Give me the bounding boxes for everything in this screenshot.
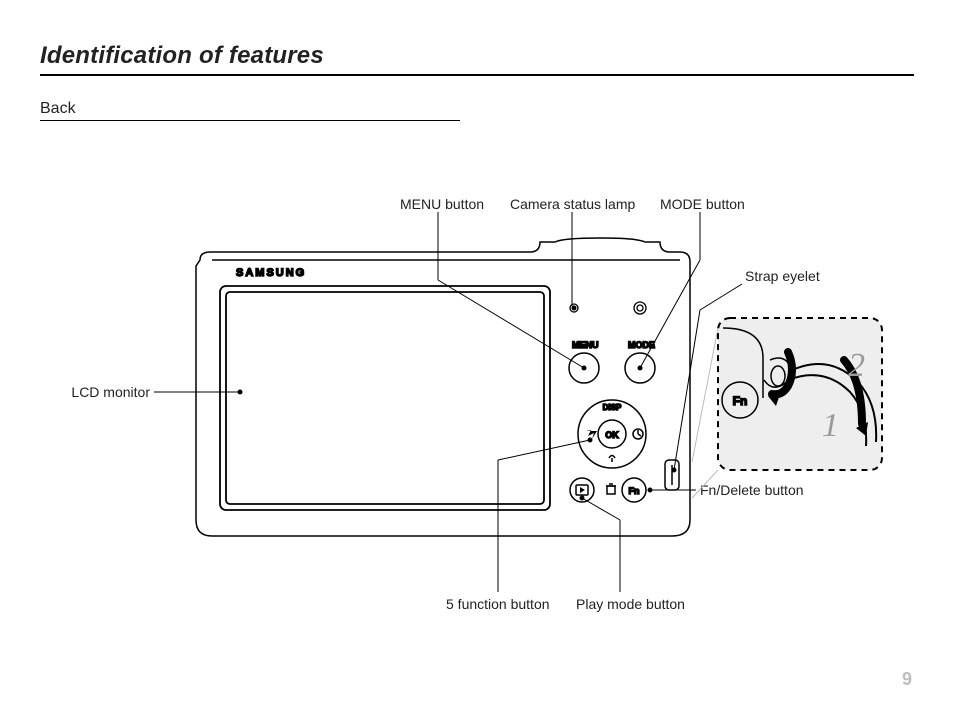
inset-projection-lines xyxy=(692,328,718,498)
lcd-monitor xyxy=(220,286,550,510)
inset: Fn 1 2 xyxy=(718,318,882,470)
five-function-button-icon: OK DISP xyxy=(578,400,646,468)
inset-fn-text: Fn xyxy=(733,394,748,408)
diagram: SAMSUNG MENU MODE OK DISP xyxy=(0,0,954,720)
brand-text: SAMSUNG xyxy=(236,267,306,279)
menu-mode-buttons: MENU MODE xyxy=(569,340,655,383)
disp-text: DISP xyxy=(603,403,622,412)
menu-text: MENU xyxy=(572,340,599,350)
inset-step1: 1 xyxy=(822,407,839,444)
fn-text: Fn xyxy=(629,486,640,496)
camera-status-lamp-icon xyxy=(570,302,646,314)
ok-text: OK xyxy=(605,430,619,440)
strap-eyelet-icon xyxy=(665,460,679,490)
inset-step2: 2 xyxy=(848,347,865,384)
